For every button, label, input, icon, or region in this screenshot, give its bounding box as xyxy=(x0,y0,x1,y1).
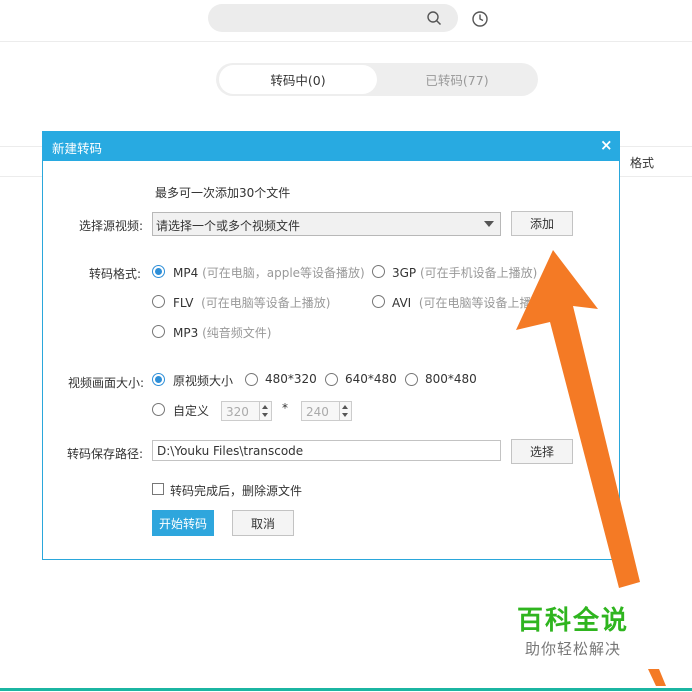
source-video-placeholder: 请选择一个或多个视频文件 xyxy=(156,219,301,233)
spinner-up-icon[interactable] xyxy=(262,405,268,409)
size-custom-label: 自定义 xyxy=(173,404,210,418)
search-icon[interactable] xyxy=(426,10,442,26)
size-640x480-label: 640*480 xyxy=(345,372,397,386)
custom-height-value: 240 xyxy=(306,405,329,419)
radio-640x480[interactable] xyxy=(325,373,338,386)
bottom-accent-line xyxy=(0,688,692,691)
radio-mp3[interactable] xyxy=(152,325,165,338)
custom-size-separator: * xyxy=(282,401,288,415)
close-icon[interactable]: × xyxy=(600,136,613,154)
dialog-titlebar xyxy=(42,131,620,161)
tab-transcoded[interactable]: 已转码(77) xyxy=(378,65,536,94)
chevron-down-icon[interactable] xyxy=(484,221,494,227)
radio-custom-size[interactable] xyxy=(152,403,165,416)
format-flv-label: FLV (可在电脑等设备上播放) xyxy=(173,296,331,310)
path-label: 转码保存路径: xyxy=(67,447,144,461)
spinner-down-icon[interactable] xyxy=(342,413,348,417)
tab-transcoding[interactable]: 转码中(0) xyxy=(219,65,377,94)
spinner-down-icon[interactable] xyxy=(262,413,268,417)
custom-width-value: 320 xyxy=(226,405,249,419)
clock-icon[interactable] xyxy=(471,10,489,28)
search-input[interactable] xyxy=(208,4,458,32)
new-transcode-dialog xyxy=(42,131,620,560)
start-transcode-button[interactable]: 开始转码 xyxy=(152,510,214,536)
column-header-format: 格式 xyxy=(630,156,655,170)
radio-800x480[interactable] xyxy=(405,373,418,386)
size-original-label: 原视频大小 xyxy=(173,374,234,388)
size-800x480-label: 800*480 xyxy=(425,372,477,386)
spinner-up-icon[interactable] xyxy=(342,405,348,409)
top-divider xyxy=(0,41,692,42)
source-label: 选择源视频: xyxy=(79,219,144,233)
delete-source-label: 转码完成后，删除源文件 xyxy=(170,484,303,498)
dialog-title: 新建转码 xyxy=(52,141,103,156)
radio-flv[interactable] xyxy=(152,295,165,308)
radio-480x320[interactable] xyxy=(245,373,258,386)
radio-3gp[interactable] xyxy=(372,265,385,278)
browse-button[interactable]: 选择 xyxy=(511,439,573,464)
save-path-value: D:\Youku Files\transcode xyxy=(157,444,304,458)
max-files-hint: 最多可一次添加30个文件 xyxy=(155,186,291,200)
format-3gp-label: 3GP (可在手机设备上播放) xyxy=(392,266,538,280)
watermark-title: 百科全说 xyxy=(517,606,630,636)
radio-original-size[interactable] xyxy=(152,373,165,386)
size-480x320-label: 480*320 xyxy=(265,372,317,386)
size-label: 视频画面大小: xyxy=(68,376,145,390)
format-avi-label: AVI (可在电脑等设备上播 xyxy=(392,296,532,310)
radio-avi[interactable] xyxy=(372,295,385,308)
watermark-subtitle: 助你轻松解决 xyxy=(525,640,622,658)
delete-source-checkbox[interactable] xyxy=(152,483,164,495)
cancel-button[interactable]: 取消 xyxy=(232,510,294,536)
format-label: 转码格式: xyxy=(89,267,142,281)
format-mp3-label: MP3 (纯音频文件) xyxy=(173,326,272,340)
format-mp4-label: MP4 (可在电脑，apple等设备播放) xyxy=(173,266,365,280)
add-button[interactable]: 添加 xyxy=(511,211,573,236)
radio-mp4[interactable] xyxy=(152,265,165,278)
